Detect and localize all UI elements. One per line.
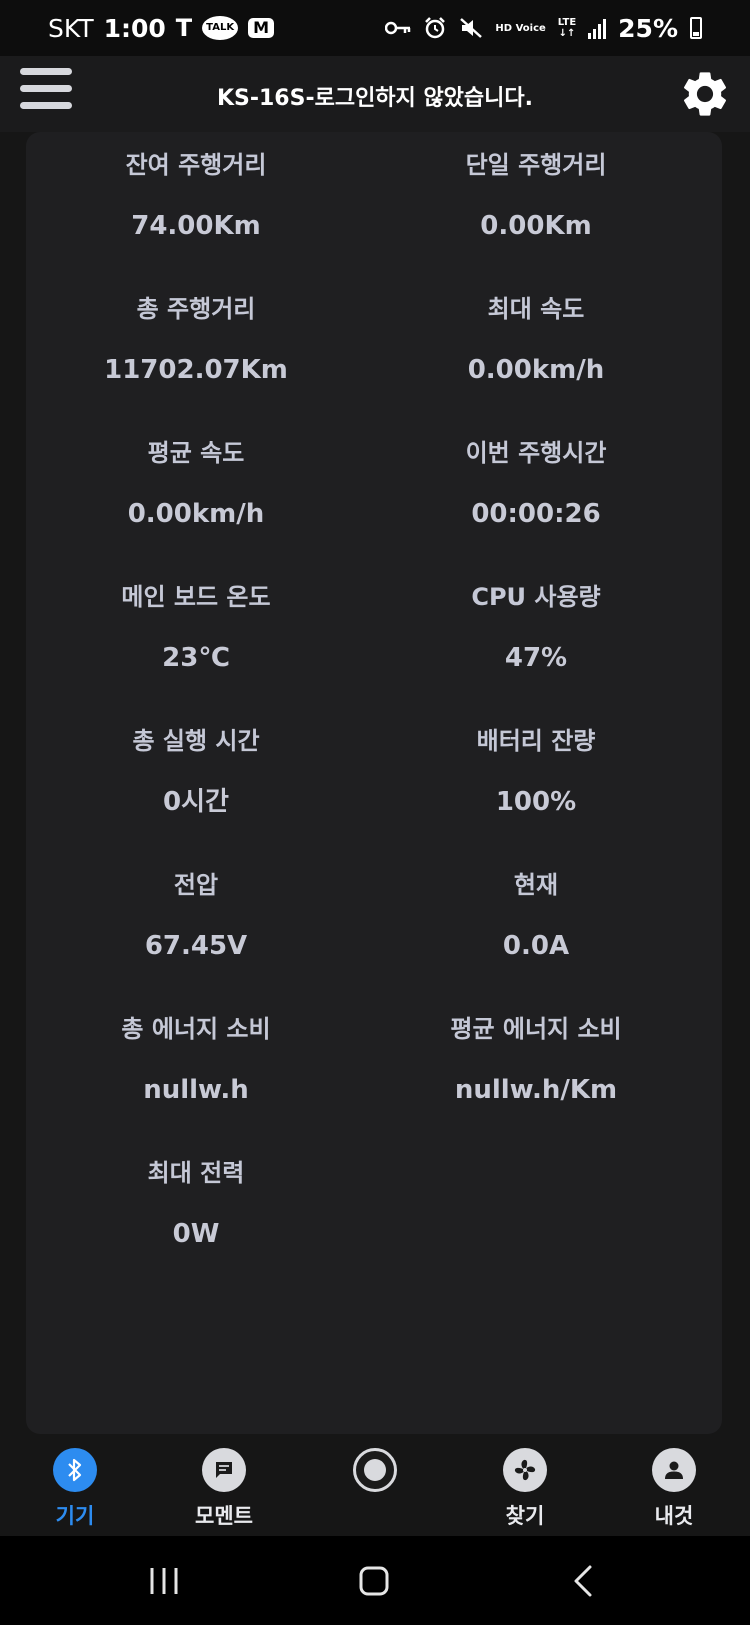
stat-avg-energy: 평균 에너지 소비 nullw.h/Km [366,1012,706,1108]
stat-label: 단일 주행거리 [465,151,607,179]
stat-value: 100% [495,787,577,817]
stat-total-energy: 총 에너지 소비 nullw.h [26,1012,366,1108]
person-icon [652,1448,696,1492]
fan-icon [503,1448,547,1492]
stat-board-temp: 메인 보드 온도 23℃ [26,580,366,676]
stat-label: 총 주행거리 [136,295,256,323]
stat-value: 23℃ [162,643,230,673]
stat-value: nullw.h/Km [454,1075,618,1105]
stat-label: 이번 주행시간 [465,439,607,467]
stat-value: 0.0A [502,931,570,961]
key-icon [385,21,411,35]
stat-value: 47% [504,643,568,673]
stat-label: 전압 [173,871,219,899]
carrier-label: SKT [48,13,94,43]
stat-value: nullw.h [143,1075,249,1105]
stat-label: 잔여 주행거리 [125,151,267,179]
nav-record[interactable] [315,1448,435,1500]
stat-label: 메인 보드 온도 [121,583,271,611]
nav-mine[interactable]: 내것 [614,1448,734,1530]
stat-total-runtime: 총 실행 시간 0시간 [26,724,366,820]
stat-battery-level: 배터리 잔량 100% [366,724,706,820]
stat-total-distance: 총 주행거리 11702.07Km [26,292,366,388]
stat-current: 현재 0.0A [366,868,706,964]
stat-value: 0W [172,1219,220,1249]
mute-icon [460,18,483,38]
stat-label: 총 실행 시간 [132,727,260,755]
alarm-icon [425,17,446,39]
stat-label: 현재 [513,871,559,899]
stat-label: 배터리 잔량 [476,727,596,755]
system-nav-bar [0,1536,750,1625]
talk-app-icon: TALK [202,16,239,40]
stat-label: 평균 에너지 소비 [450,1015,622,1043]
stat-cpu-usage: CPU 사용량 47% [366,580,706,676]
app-header: KS-16S-로그인하지 않았습니다. [0,56,750,132]
gear-icon[interactable] [678,67,732,121]
stat-value: 0.00km/h [127,499,265,529]
back-icon[interactable] [554,1560,614,1602]
stat-value: 00:00:26 [471,499,601,529]
stats-card: 잔여 주행거리 74.00Km 단일 주행거리 0.00Km 총 주행거리 11… [26,132,722,1434]
stat-avg-speed: 평균 속도 0.00km/h [26,436,366,532]
stat-trip-distance: 단일 주행거리 0.00Km [366,148,706,244]
bottom-nav: 기기 모멘트 찾기 내것 [0,1434,750,1536]
nav-label: 내것 [654,1504,694,1528]
chat-icon [202,1448,246,1492]
stat-value: 67.45V [144,931,248,961]
stat-remaining-distance: 잔여 주행거리 74.00Km [26,148,366,244]
bluetooth-icon [53,1448,97,1492]
battery-icon [690,17,702,39]
home-icon[interactable] [344,1560,404,1602]
stat-label: CPU 사용량 [471,583,601,611]
stat-max-speed: 최대 속도 0.00km/h [366,292,706,388]
stat-label: 평균 속도 [147,439,245,467]
stat-label: 최대 속도 [487,295,585,323]
stat-value: 0시간 [163,787,229,817]
nav-label: 모멘트 [195,1504,253,1528]
lte-icon: LTE ↓↑ [557,17,577,39]
nav-label: 찾기 [505,1504,545,1528]
nav-find[interactable]: 찾기 [465,1448,585,1530]
hd-voice-icon: HD Voice [495,22,546,34]
stat-label: 최대 전력 [147,1159,245,1187]
nav-label: 기기 [55,1504,95,1528]
stat-ride-time: 이번 주행시간 00:00:26 [366,436,706,532]
stat-label: 총 에너지 소비 [121,1015,271,1043]
stat-value: 74.00Km [131,211,261,241]
battery-percent: 25% [618,13,678,43]
status-bar: SKT 1:00 T TALK M HD Voice LTE ↓↑ 25% [0,0,750,56]
stat-value: 0.00km/h [467,355,605,385]
clock: 1:00 [103,13,166,43]
stat-max-power: 최대 전력 0W [26,1156,366,1252]
signal-icon [588,17,607,39]
stat-voltage: 전압 67.45V [26,868,366,964]
nav-device[interactable]: 기기 [15,1448,135,1530]
stat-value: 0.00Km [480,211,592,241]
record-icon [353,1448,397,1492]
t-app-icon: T [175,14,193,42]
recent-apps-icon[interactable] [134,1560,194,1602]
stock-app-icon: M [248,18,274,38]
nav-moment[interactable]: 모멘트 [164,1448,284,1530]
page-title: KS-16S-로그인하지 않았습니다. [216,86,534,111]
stat-value: 11702.07Km [104,355,288,385]
